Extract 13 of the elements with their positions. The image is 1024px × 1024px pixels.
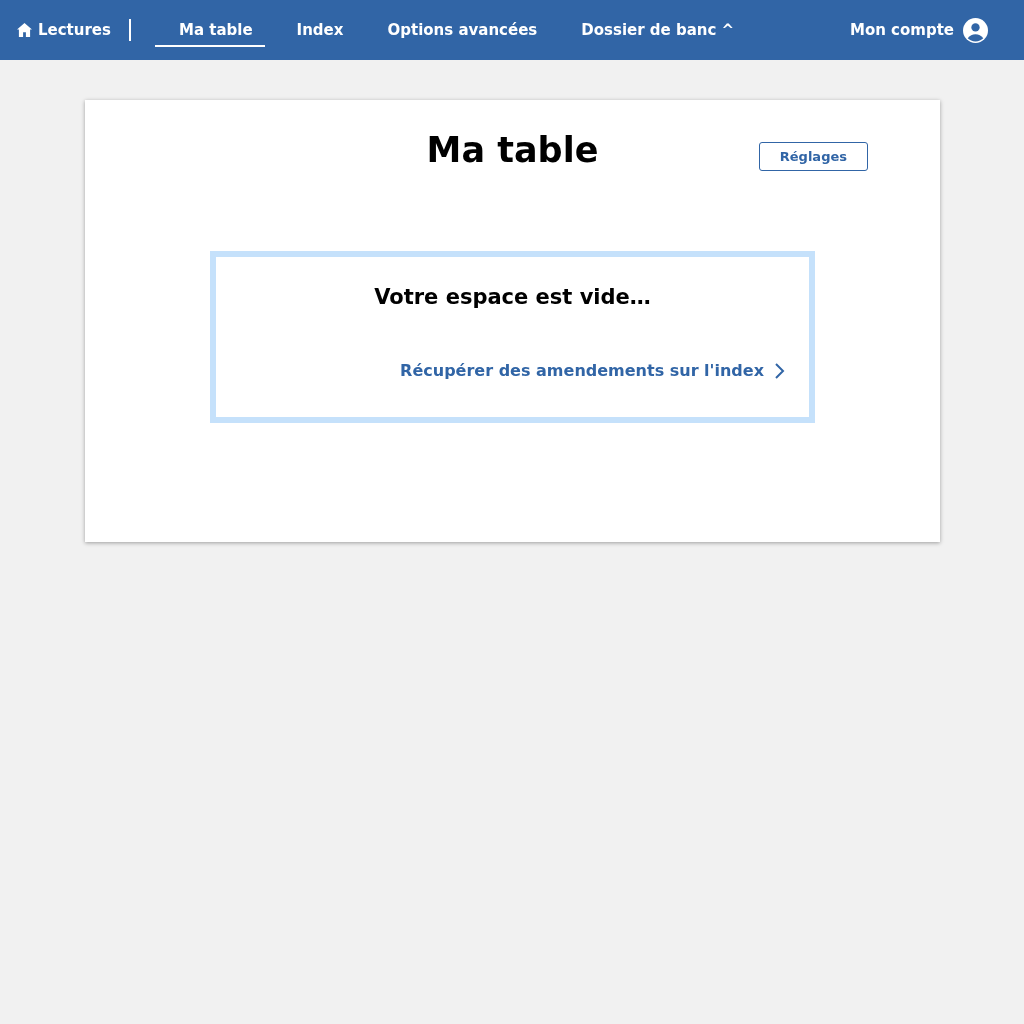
- chevron-right-icon: [774, 361, 785, 380]
- user-avatar-icon: [963, 17, 988, 43]
- account-link[interactable]: Mon compte: [849, 17, 988, 43]
- nav-tab[interactable]: Index: [284, 13, 356, 47]
- page-title: Ma table: [426, 129, 599, 170]
- settings-button[interactable]: Réglages: [758, 142, 868, 171]
- nav-tab[interactable]: Dossier de banc ^: [569, 13, 747, 47]
- empty-message: Votre espace est vide…: [374, 285, 651, 309]
- nav-tab[interactable]: Ma table: [155, 13, 265, 47]
- home-icon: [17, 23, 32, 37]
- nav-tab[interactable]: Options avancées: [375, 13, 550, 47]
- fetch-amendments-link[interactable]: Récupérer des amendements sur l'index: [400, 361, 785, 380]
- home-link[interactable]: Lectures: [17, 21, 111, 39]
